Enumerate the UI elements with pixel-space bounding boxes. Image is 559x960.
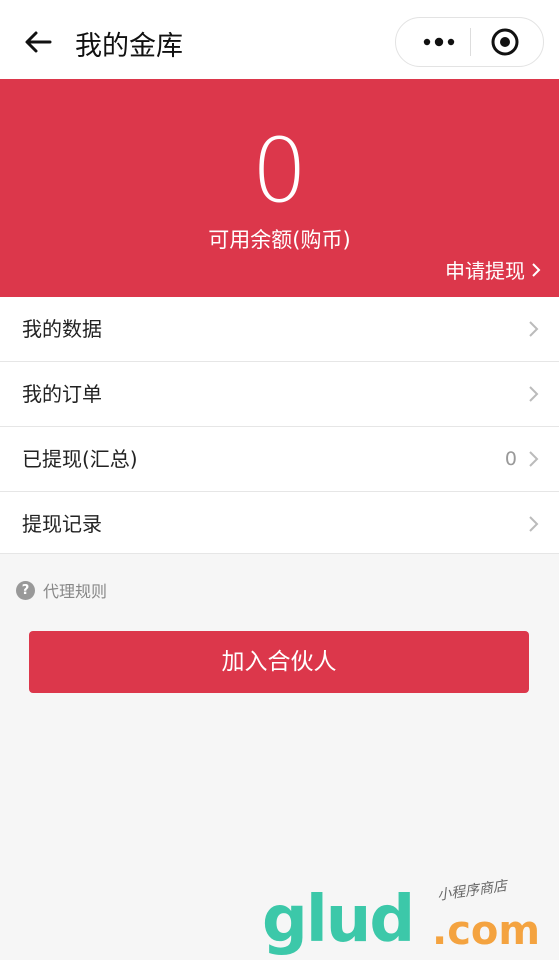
close-miniprogram-icon[interactable]	[480, 18, 530, 66]
join-partner-button[interactable]: 加入合伙人	[29, 631, 529, 693]
watermark-domain: .com	[432, 908, 541, 954]
chevron-right-icon	[529, 321, 539, 337]
balance-amount: 0	[251, 119, 308, 222]
more-options-icon[interactable]	[408, 18, 470, 66]
back-arrow-icon[interactable]	[22, 26, 54, 58]
agent-rules-link[interactable]: ? 代理规则	[16, 578, 107, 602]
menu-item-label: 我的订单	[22, 382, 102, 406]
apply-withdraw-label: 申请提现	[445, 259, 525, 283]
question-mark-icon: ?	[16, 580, 35, 600]
navigation-bar: 我的金库	[0, 0, 559, 79]
chevron-right-icon	[529, 386, 539, 402]
watermark-caption: 小程序商店	[436, 878, 508, 904]
watermark-brand: glud	[262, 883, 415, 957]
menu-item-label: 已提现(汇总)	[22, 447, 138, 471]
menu-item-my-orders[interactable]: 我的订单	[0, 362, 559, 427]
menu-item-label: 我的数据	[22, 317, 102, 341]
balance-label: 可用余额(购币)	[208, 228, 351, 252]
chevron-right-icon	[532, 262, 541, 277]
menu-item-withdraw-records[interactable]: 提现记录	[0, 492, 559, 554]
chevron-right-icon	[529, 516, 539, 532]
menu-item-my-data[interactable]: 我的数据	[0, 297, 559, 362]
agent-rules-label: 代理规则	[43, 582, 108, 601]
menu-list: 我的数据 我的订单 已提现(汇总) 0 提现记录	[0, 297, 559, 554]
menu-item-label: 提现记录	[22, 512, 102, 536]
watermark: glud .com 小程序商店	[262, 878, 552, 960]
menu-item-withdrawn-total[interactable]: 已提现(汇总) 0	[0, 427, 559, 492]
withdrawn-total-value: 0	[504, 448, 517, 470]
chevron-right-icon	[529, 451, 539, 467]
apply-withdraw-link[interactable]: 申请提现	[445, 255, 541, 284]
page-title: 我的金库	[75, 31, 183, 62]
balance-panel: 0 可用余额(购币) 申请提现	[0, 79, 559, 297]
capsule-divider	[470, 28, 471, 56]
menu-capsule	[395, 17, 544, 67]
